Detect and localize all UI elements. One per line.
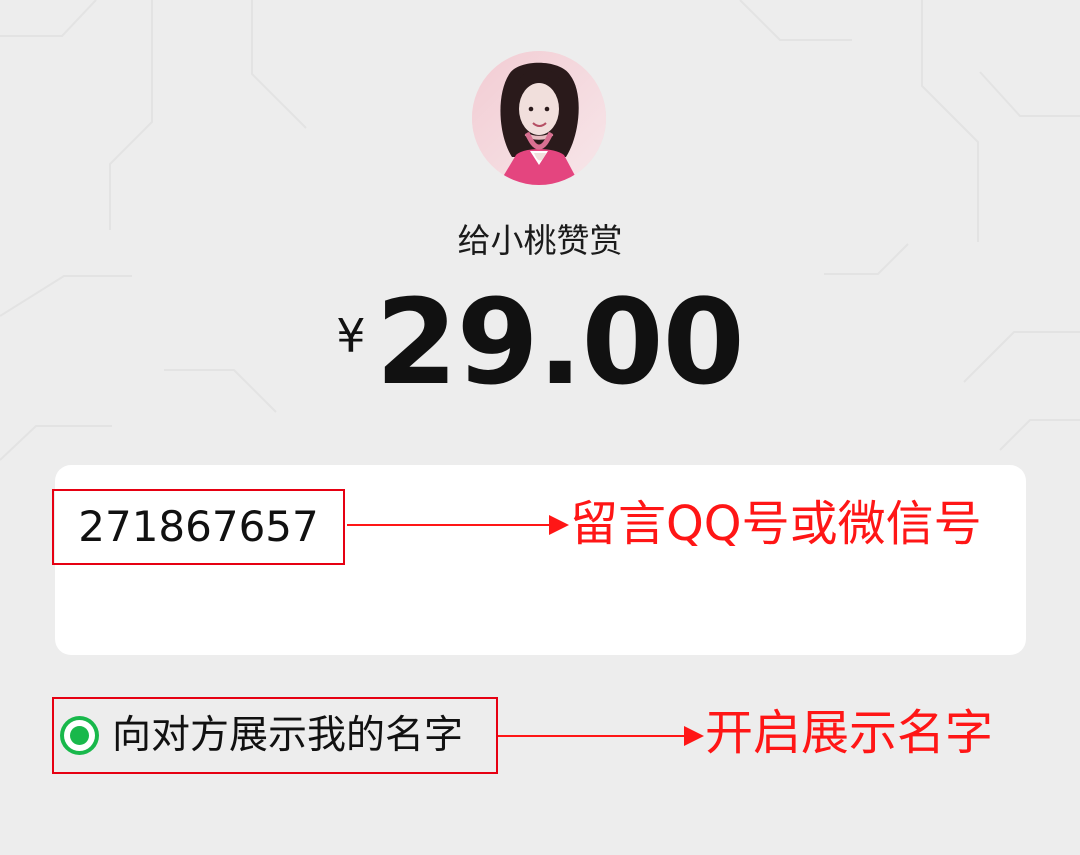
message-text: 271867657: [78, 502, 319, 551]
show-name-label: 向对方展示我的名字: [112, 713, 464, 758]
avatar-image: [472, 51, 606, 185]
avatar: [472, 51, 606, 185]
message-input-highlight: 271867657: [52, 489, 345, 565]
amount-display: ¥ 29.00: [0, 283, 1080, 413]
radio-icon[interactable]: [60, 716, 99, 755]
currency-symbol: ¥: [336, 309, 366, 363]
amount-value: 29.00: [375, 273, 745, 411]
toggle-annotation: 开启展示名字: [705, 705, 994, 761]
recipient-label: 给小桃赞赏: [457, 221, 623, 260]
show-name-toggle[interactable]: 向对方展示我的名字: [52, 697, 498, 774]
message-annotation: 留言QQ号或微信号: [570, 496, 982, 552]
